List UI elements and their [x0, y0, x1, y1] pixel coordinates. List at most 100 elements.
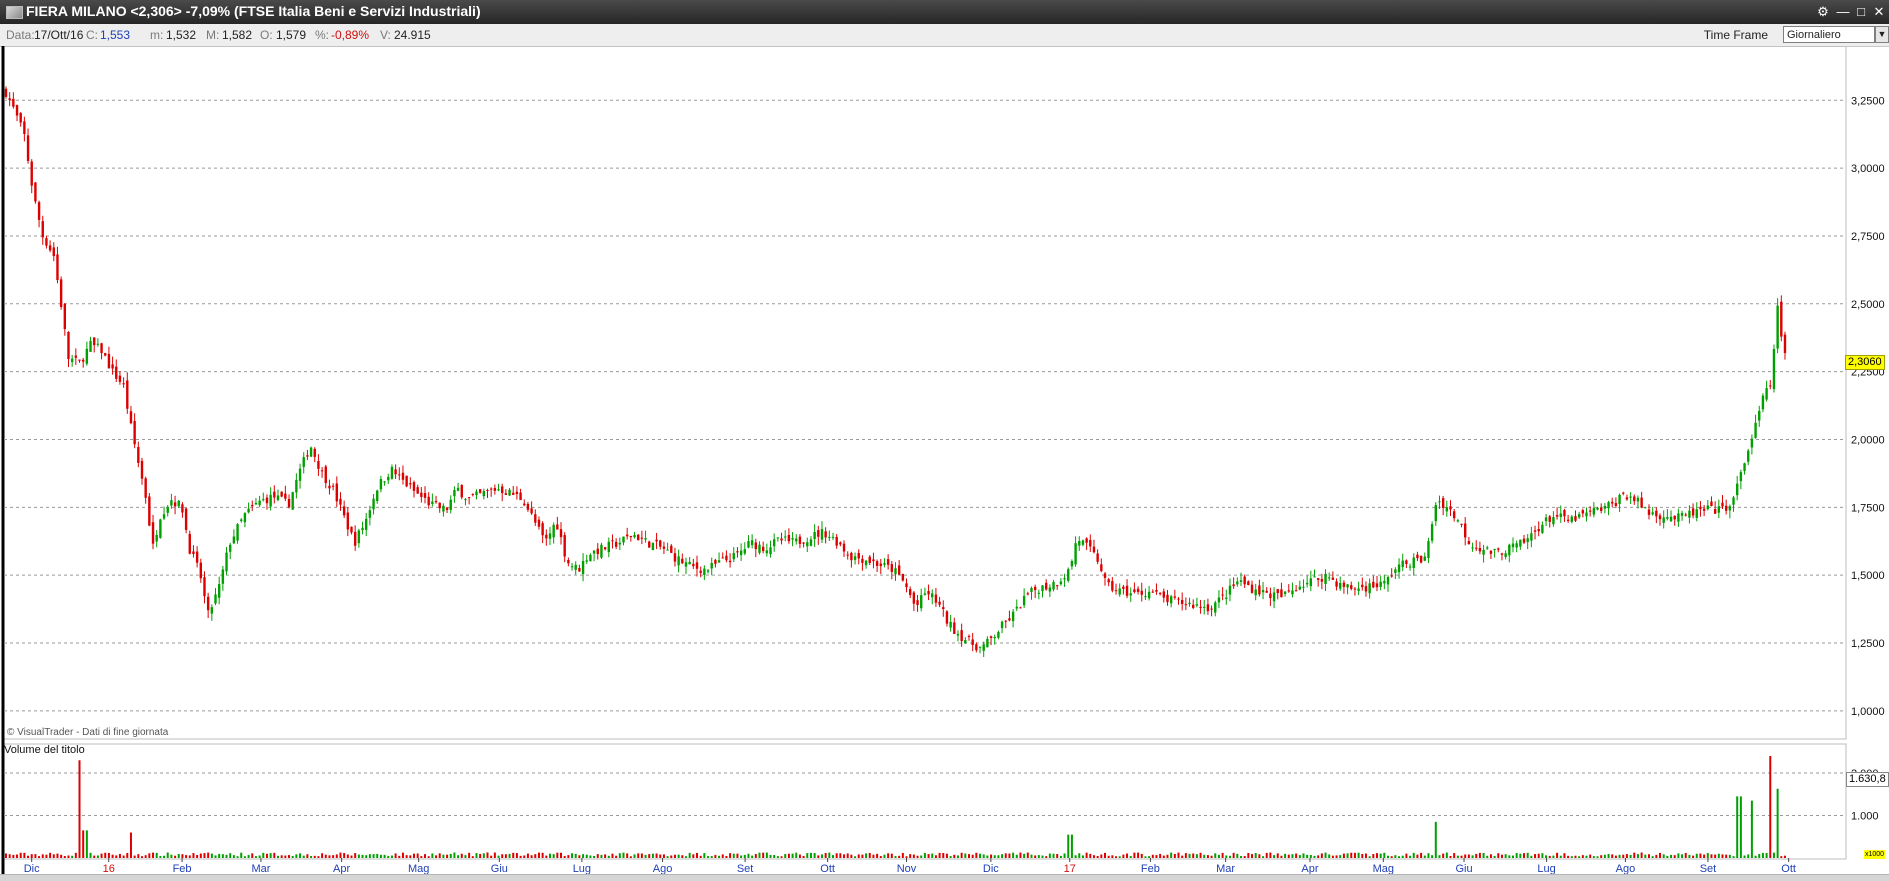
candle-body [1603, 505, 1607, 509]
candle-body [1761, 395, 1765, 410]
candle-body [144, 478, 147, 498]
candle-body [1460, 523, 1463, 525]
candle-body [59, 279, 63, 308]
candle-body [897, 565, 901, 575]
candle-body [842, 543, 846, 552]
candle-body [666, 549, 669, 551]
candle-body [603, 547, 607, 550]
candle-body [743, 549, 746, 554]
candle-body [1089, 539, 1092, 547]
max-label: M: [206, 28, 220, 42]
candle-body [1592, 508, 1596, 515]
candle-body [728, 560, 732, 563]
candle-body [1129, 593, 1132, 596]
candle-body [1258, 585, 1261, 595]
candle-body [905, 583, 908, 588]
candle-body [1320, 579, 1324, 582]
candle-body [864, 560, 868, 566]
candle-body [659, 540, 662, 547]
candle-body [1702, 508, 1706, 511]
candle-body [1614, 502, 1618, 506]
candle-body [398, 474, 401, 476]
candle-body [1350, 585, 1353, 589]
candle-body [625, 534, 629, 537]
candle-body [699, 570, 702, 573]
candle-body [1056, 585, 1059, 587]
candle-body [48, 245, 52, 251]
candle-body [872, 559, 875, 562]
candle-body [401, 472, 405, 480]
candle-body [346, 512, 350, 530]
candle-body [989, 636, 993, 638]
candle-body [1699, 506, 1702, 510]
candle-body [673, 553, 677, 562]
chevron-down-icon[interactable]: ▼ [1875, 26, 1889, 43]
candle-body [1228, 585, 1232, 595]
candle-body [1405, 560, 1408, 565]
candle-body [1508, 544, 1511, 556]
candle-body [148, 496, 151, 526]
candle-body [394, 469, 397, 475]
candle-body [225, 552, 228, 572]
candle-body [478, 489, 482, 493]
candle-body [578, 567, 581, 572]
candle-body [1353, 588, 1357, 590]
candle-body [765, 550, 769, 554]
candle-body [1669, 516, 1673, 522]
candle-body [1052, 581, 1055, 590]
candle-body [273, 491, 276, 498]
candle-body [445, 507, 449, 510]
candle-body [309, 447, 313, 457]
candle-body [254, 502, 258, 505]
candle-body [648, 541, 651, 548]
candle-body [89, 340, 92, 352]
candle-body [530, 508, 533, 514]
candle-body [295, 479, 298, 493]
candle-body [1173, 596, 1177, 598]
candle-body [8, 98, 11, 100]
candle-body [1169, 596, 1173, 604]
candle-body [1585, 512, 1588, 517]
close-button[interactable]: ✕ [1871, 4, 1887, 20]
candle-body [1096, 553, 1099, 562]
candle-body [96, 343, 100, 345]
candle-body [1180, 599, 1184, 604]
candle-body [1636, 497, 1640, 502]
candle-body [1111, 581, 1114, 591]
candle-body [184, 508, 188, 530]
candle-body [1298, 586, 1302, 590]
candle-body [501, 486, 504, 494]
candle-body [1625, 497, 1629, 500]
candle-body [1754, 422, 1757, 438]
time-frame-select[interactable]: Giornaliero [1783, 26, 1875, 43]
candle-body [1618, 494, 1621, 504]
candle-body [1533, 530, 1537, 532]
candle-body [1074, 543, 1077, 565]
candle-body [405, 475, 408, 487]
candle-body [1147, 591, 1151, 599]
minimize-button[interactable]: — [1835, 4, 1851, 20]
candle-body [916, 600, 919, 605]
price-tick-label: 1,2500 [1851, 638, 1885, 650]
maximize-button[interactable]: □ [1853, 4, 1869, 20]
candle-body [1015, 606, 1018, 609]
candle-body [1232, 584, 1235, 587]
candle-body [100, 343, 103, 354]
candle-body [195, 551, 199, 563]
candle-body [868, 556, 871, 563]
candle-body [1140, 590, 1143, 595]
candle-body [839, 542, 842, 545]
candle-body [155, 534, 158, 542]
candle-body [1691, 508, 1695, 516]
candle-body [949, 621, 952, 628]
candle-body [1328, 577, 1331, 579]
candle-body [1548, 516, 1551, 522]
settings-icon[interactable]: ⚙ [1815, 4, 1831, 20]
candle-body [1048, 587, 1052, 592]
window-titlebar: FIERA MILANO <2,306> -7,09% (FTSE Italia… [0, 0, 1889, 24]
candle-body [1467, 540, 1471, 545]
candle-body [1324, 573, 1327, 584]
candle-body [372, 498, 375, 510]
candle-body [1644, 507, 1647, 509]
candle-body [953, 622, 956, 634]
